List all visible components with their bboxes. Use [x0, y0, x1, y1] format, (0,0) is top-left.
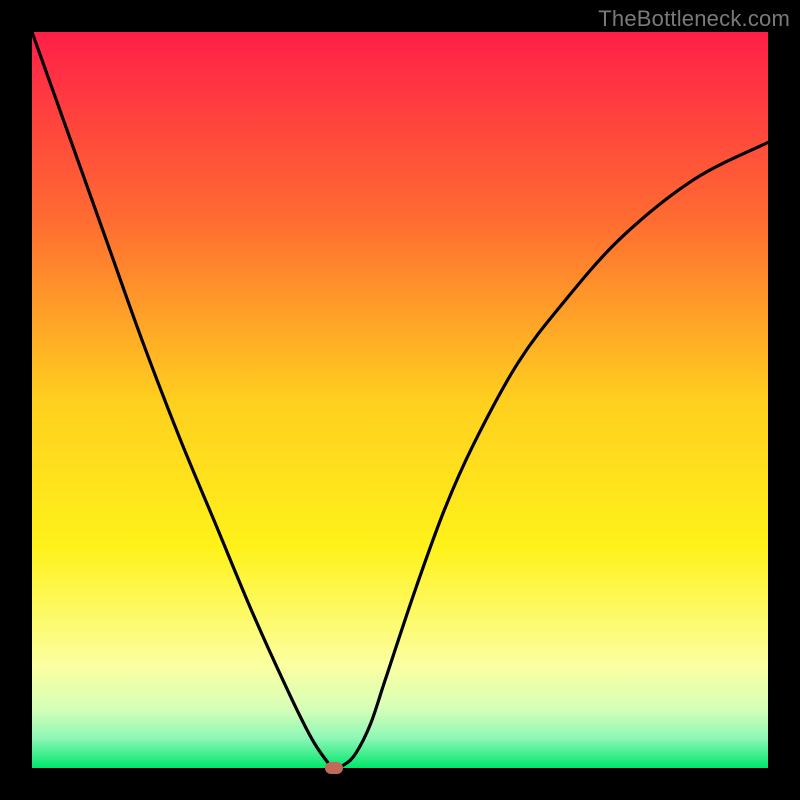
chart-frame [32, 32, 768, 768]
gradient-background [32, 32, 768, 768]
watermark-text: TheBottleneck.com [598, 6, 790, 32]
minimum-marker [325, 762, 343, 774]
plot-area [32, 32, 768, 768]
